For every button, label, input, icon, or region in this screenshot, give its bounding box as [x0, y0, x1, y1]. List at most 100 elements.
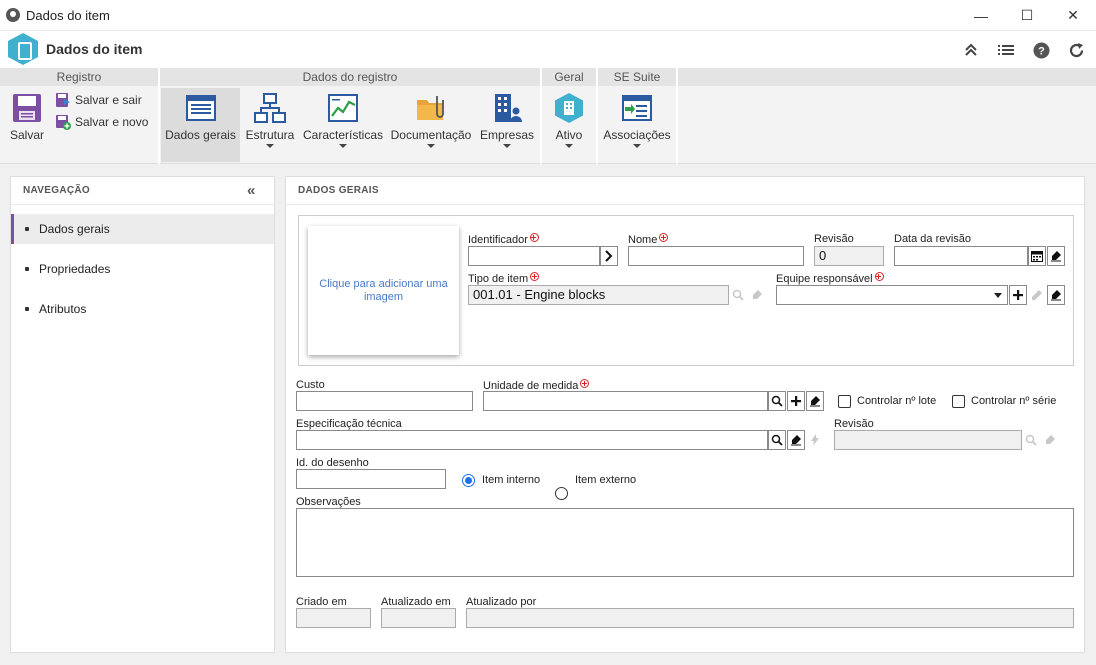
ativo-button[interactable]: Ativo — [546, 88, 592, 162]
nav-item-propriedades[interactable]: Propriedades — [11, 254, 274, 284]
estrutura-label: Estrutura — [245, 128, 295, 142]
id-desenho-field[interactable] — [296, 469, 446, 489]
nome-field[interactable] — [628, 246, 804, 266]
salvar-e-novo-label: Salvar e novo — [75, 115, 149, 129]
revisao-label: Revisão — [814, 233, 854, 245]
id-desenho-label: Id. do desenho — [296, 457, 369, 469]
folder-clip-icon — [415, 92, 447, 124]
chevron-down-icon — [633, 144, 641, 148]
revisao-especificacao-label: Revisão — [834, 418, 874, 430]
unidade-search-button[interactable] — [768, 391, 786, 411]
maximize-button[interactable]: ☐ — [1004, 0, 1050, 31]
item-interno-radio[interactable] — [462, 474, 475, 487]
tipo-item-search-button[interactable] — [729, 285, 747, 305]
equipe-edit-button[interactable] — [1028, 285, 1046, 305]
salvar-e-sair-button[interactable]: Salvar e sair — [55, 90, 142, 110]
ativo-label: Ativo — [555, 128, 583, 142]
minimize-button[interactable]: — — [958, 0, 1004, 31]
associacoes-label: Associações — [603, 128, 671, 142]
collapse-left-icon[interactable]: « — [247, 182, 255, 199]
empresas-button[interactable]: Empresas — [478, 88, 536, 162]
controlar-serie-checkbox[interactable] — [952, 395, 965, 408]
image-upload-area[interactable]: Clique para adicionar uma imagem — [308, 226, 459, 355]
tipo-item-label: Tipo de item — [468, 272, 540, 285]
controlar-lote-label: Controlar nº lote — [857, 395, 937, 407]
required-icon — [659, 233, 669, 242]
equipe-clear-button[interactable] — [1047, 285, 1065, 305]
revisao-field: 0 — [814, 246, 884, 266]
ribbon-group-se-suite: SE Suite — [598, 68, 676, 86]
svg-text:?: ? — [1038, 45, 1045, 57]
page-title: Dados do item — [46, 41, 143, 57]
chevron-down-icon — [565, 144, 573, 148]
especificacao-label: Especificação técnica — [296, 418, 402, 430]
unidade-clear-button[interactable] — [806, 391, 824, 411]
required-icon — [580, 379, 590, 388]
salvar-e-sair-label: Salvar e sair — [75, 93, 142, 107]
clear-date-button[interactable] — [1047, 246, 1065, 266]
close-button[interactable]: ✕ — [1050, 0, 1096, 31]
item-header-box: Clique para adicionar uma imagem Identif… — [298, 215, 1074, 366]
list-icon[interactable] — [996, 40, 1016, 60]
data-revisao-field[interactable] — [894, 246, 1028, 266]
identificador-field[interactable] — [468, 246, 600, 266]
dados-gerais-ribbon-button[interactable]: Dados gerais — [161, 88, 240, 162]
criado-em-field — [296, 608, 371, 628]
documentacao-button[interactable]: Documentação — [390, 88, 472, 162]
associacoes-button[interactable]: Associações — [602, 88, 672, 162]
salvar-e-novo-button[interactable]: Salvar e novo — [55, 112, 148, 132]
equipe-label: Equipe responsável — [776, 272, 884, 285]
building-icon — [491, 92, 523, 124]
eraser-icon — [1051, 251, 1061, 262]
item-externo-radio[interactable] — [555, 487, 568, 500]
ribbon-toolbar: Registro Dados do registro Geral SE Suit… — [0, 68, 1096, 164]
nav-item-atributos[interactable]: Atributos — [11, 294, 274, 324]
tipo-item-clear-button[interactable] — [748, 285, 766, 305]
estrutura-button[interactable]: Estrutura — [244, 88, 296, 162]
search-icon — [732, 289, 744, 301]
especificacao-clear-button[interactable] — [787, 430, 805, 450]
especificacao-field[interactable] — [296, 430, 768, 450]
calendar-button[interactable] — [1028, 246, 1046, 266]
equipe-add-button[interactable] — [1009, 285, 1027, 305]
nav-item-label: Atributos — [39, 302, 87, 316]
caracteristicas-button[interactable]: Características — [302, 88, 384, 162]
revisao-especificacao-clear-button[interactable] — [1041, 430, 1059, 450]
identificador-next-button[interactable] — [600, 246, 618, 266]
pencil-icon — [1032, 290, 1042, 300]
equipe-select[interactable] — [776, 285, 1008, 305]
unidade-add-button[interactable] — [787, 391, 805, 411]
nav-item-dados-gerais[interactable]: Dados gerais — [11, 214, 274, 244]
chevron-down-icon — [994, 293, 1002, 298]
item-interno-label: Item interno — [482, 474, 541, 486]
chevron-down-icon — [339, 144, 347, 148]
tipo-item-field: 001.01 - Engine blocks — [468, 285, 729, 305]
ribbon-group-geral: Geral — [542, 68, 596, 86]
custo-field[interactable] — [296, 391, 473, 411]
observacoes-textarea[interactable] — [296, 508, 1074, 577]
chart-icon — [327, 92, 359, 124]
especificacao-action-button[interactable] — [806, 430, 824, 450]
save-exit-icon — [56, 93, 70, 107]
help-icon[interactable]: ? — [1031, 40, 1051, 60]
chevron-down-icon — [503, 144, 511, 148]
lightning-icon — [811, 434, 819, 446]
search-icon — [771, 434, 783, 446]
especificacao-search-button[interactable] — [768, 430, 786, 450]
revisao-especificacao-search-button[interactable] — [1022, 430, 1040, 450]
refresh-icon[interactable] — [1066, 40, 1086, 60]
collapse-up-icon[interactable] — [961, 40, 981, 60]
atualizado-por-field — [466, 608, 1074, 628]
data-revisao-label: Data da revisão — [894, 233, 972, 245]
salvar-button[interactable]: Salvar — [6, 88, 48, 162]
item-logo-icon — [8, 33, 38, 65]
form-icon — [185, 92, 217, 124]
eraser-icon — [1046, 435, 1055, 444]
atualizado-em-label: Atualizado em — [381, 596, 451, 608]
chevron-down-icon — [427, 144, 435, 148]
unidade-field[interactable] — [483, 391, 768, 411]
window-title: Dados do item — [26, 8, 110, 23]
documentacao-label: Documentação — [390, 128, 472, 142]
controlar-lote-checkbox[interactable] — [838, 395, 851, 408]
caracteristicas-label: Características — [302, 128, 384, 142]
